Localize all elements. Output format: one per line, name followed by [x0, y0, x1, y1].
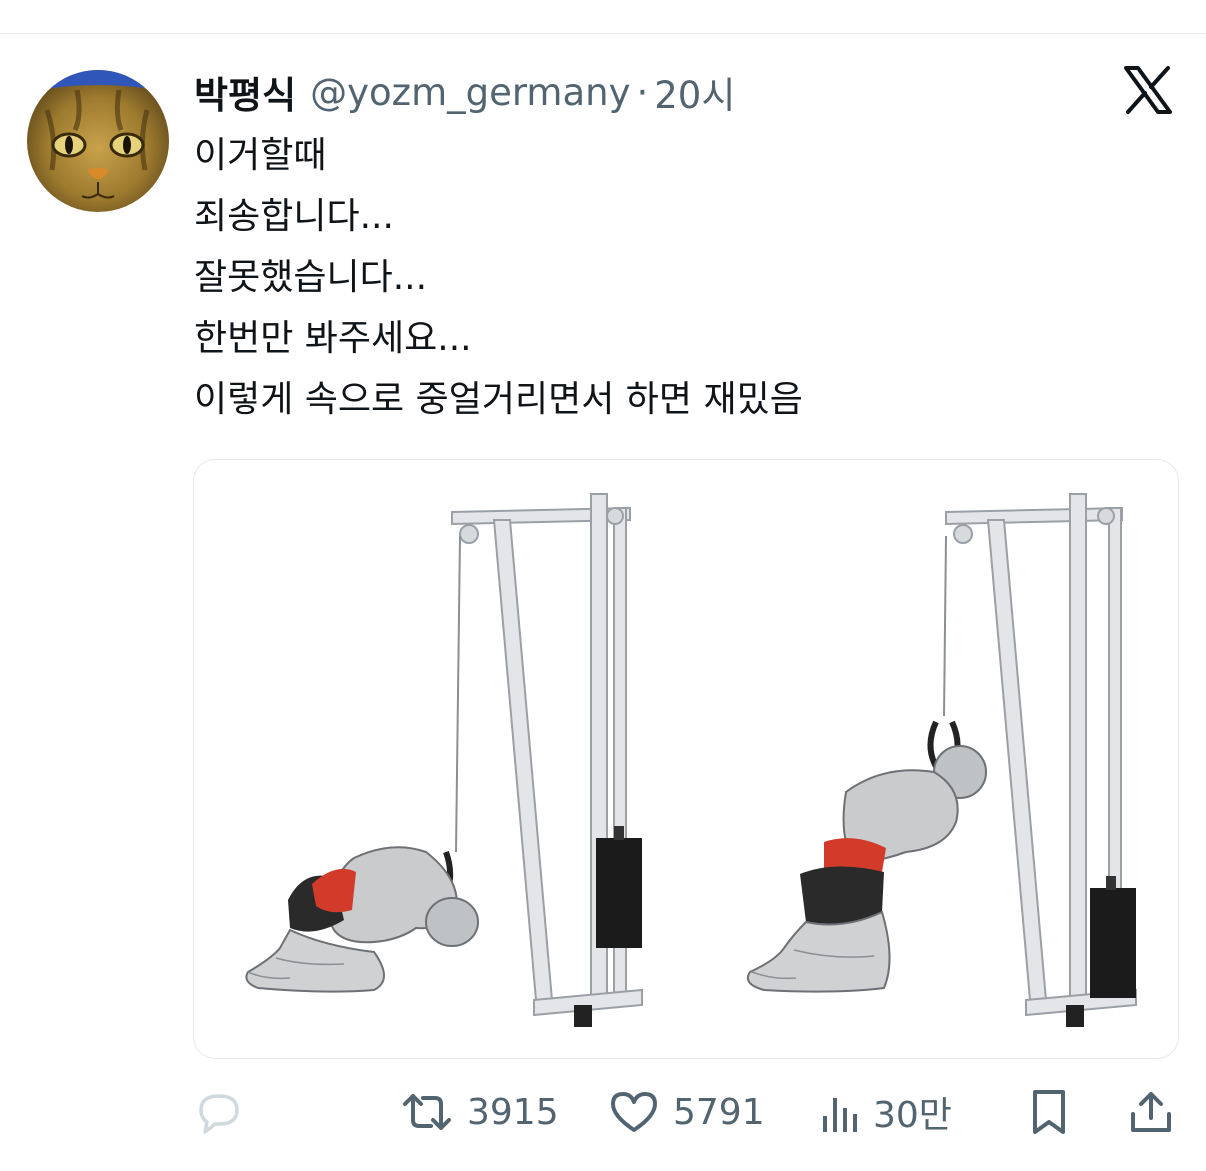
retweet-count: 3915: [467, 1091, 559, 1133]
views-button[interactable]: 30만: [817, 1082, 952, 1142]
tweet-line: 이렇게 속으로 중얼거리면서 하면 재밌음: [194, 379, 803, 420]
top-divider: [0, 33, 1206, 34]
tweet-line: 한번만 봐주세요...: [194, 318, 472, 359]
reply-button[interactable]: [193, 1082, 245, 1142]
bookmark-icon: [1027, 1086, 1071, 1138]
retweet-button[interactable]: 3915: [399, 1082, 559, 1142]
cable-machine-left: [451, 493, 643, 1027]
bookmark-button[interactable]: [1027, 1082, 1071, 1142]
share-icon: [1127, 1086, 1175, 1138]
views-count: 30만: [873, 1095, 952, 1136]
display-name[interactable]: 박평식: [194, 65, 296, 119]
like-button[interactable]: 5791: [607, 1082, 765, 1142]
exercise-figure-right: [746, 720, 987, 993]
separator-dot: ·: [636, 70, 649, 114]
reply-icon: [193, 1086, 245, 1138]
like-count: 5791: [673, 1091, 765, 1133]
avatar[interactable]: [27, 70, 169, 212]
exercise-figure-left: [245, 846, 479, 993]
tweet-line: 죄송합니다...: [194, 196, 394, 237]
tweet-media[interactable]: [193, 459, 1179, 1059]
views-icon: [817, 1086, 861, 1138]
exercise-illustration-icon: [245, 493, 1137, 1027]
timestamp[interactable]: 20시: [654, 65, 735, 119]
cat-avatar-icon: [27, 70, 169, 212]
retweet-icon: [399, 1086, 455, 1138]
tweet-line: 이거할때: [194, 135, 327, 176]
action-bar: 3915 5791 30만: [193, 1082, 1183, 1142]
tweet-text: 이거할때 죄송합니다... 잘못했습니다... 한번만 봐주세요... 이렇게 …: [194, 125, 803, 430]
tweet-line: 잘못했습니다...: [194, 257, 428, 298]
share-button[interactable]: [1127, 1082, 1175, 1142]
heart-icon: [607, 1086, 661, 1138]
tweet-header: 박평식 @yozm_germany · 20시: [194, 66, 735, 118]
x-logo-icon[interactable]: [1122, 64, 1174, 116]
user-handle[interactable]: @yozm_germany: [310, 71, 630, 114]
